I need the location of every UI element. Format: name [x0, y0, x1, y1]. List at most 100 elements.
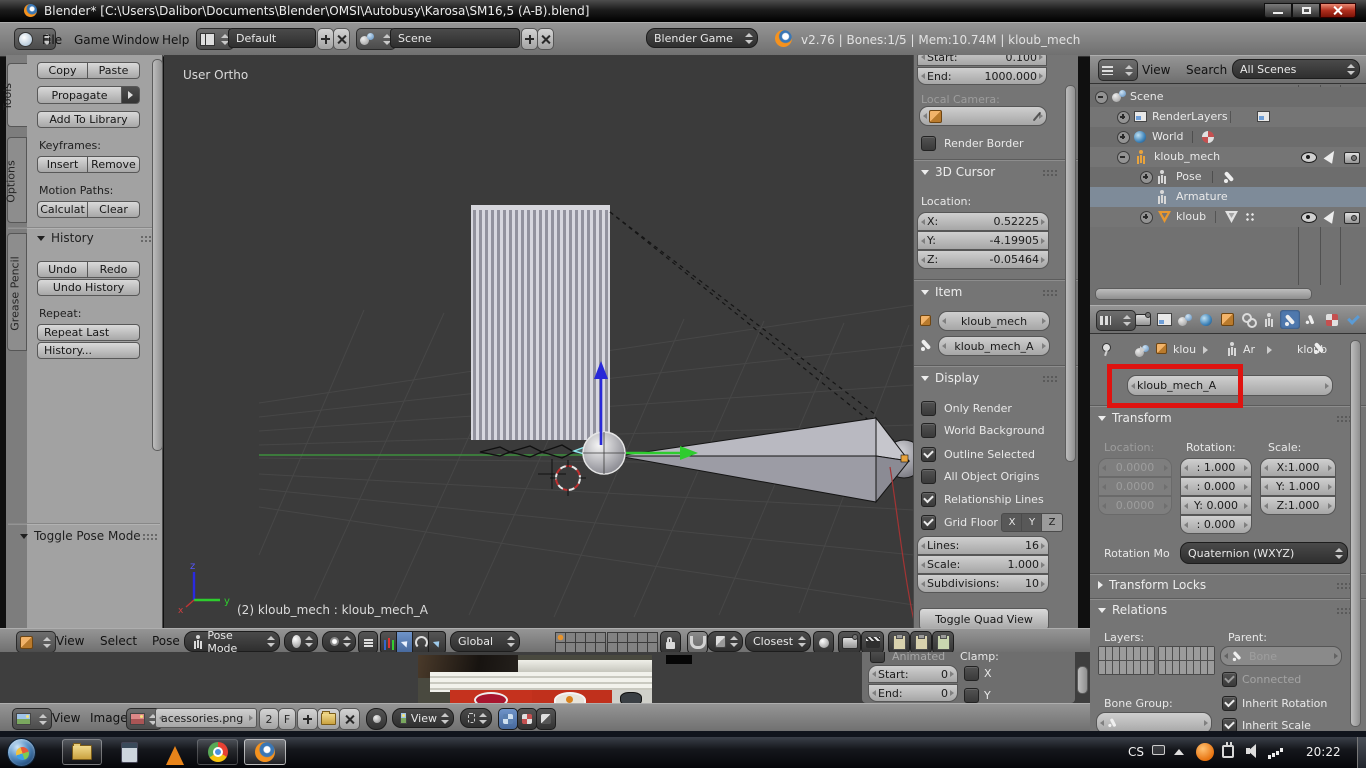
- tray-keyboard-icon[interactable]: [1152, 745, 1165, 755]
- editor-type-button-image[interactable]: [12, 708, 52, 730]
- inherit-scale-checkbox[interactable]: [1222, 718, 1237, 731]
- renderability-camera-icon[interactable]: [1344, 152, 1360, 164]
- lock-to-scene-button[interactable]: [660, 631, 681, 654]
- tray-clock[interactable]: 20:22: [1306, 745, 1341, 759]
- clamp-y-checkbox[interactable]: [964, 688, 979, 703]
- snap-peel-button[interactable]: [813, 631, 834, 654]
- outliner-row-armature[interactable]: Armature: [1090, 187, 1366, 207]
- clamp-x-checkbox[interactable]: [964, 666, 979, 681]
- visibility-eye-icon[interactable]: [1301, 152, 1317, 163]
- collapse-toggle[interactable]: [1117, 151, 1130, 164]
- tray-avast-icon[interactable]: [1196, 743, 1214, 761]
- taskbar-chrome-button[interactable]: [197, 739, 238, 765]
- copy-button[interactable]: Copy: [37, 62, 88, 79]
- panel-grip[interactable]: [1042, 169, 1057, 176]
- show-desktop-button[interactable]: [1357, 737, 1366, 768]
- screen-layout-field[interactable]: Default: [228, 28, 316, 48]
- toggle-quad-view-button[interactable]: Toggle Quad View: [919, 608, 1049, 628]
- cursor-z-field[interactable]: Z:-0.05464: [917, 250, 1049, 269]
- menu-game[interactable]: Game: [74, 33, 110, 47]
- taskbar-calculator-button[interactable]: [116, 741, 142, 764]
- bone-group-field[interactable]: [1096, 712, 1212, 731]
- propagate-menu-button[interactable]: [122, 86, 140, 104]
- menu-select[interactable]: Select: [100, 634, 137, 648]
- manipulator-scale-button[interactable]: [428, 631, 446, 654]
- tab-world[interactable]: [1196, 310, 1216, 329]
- transform-panel-header[interactable]: Transform: [1098, 411, 1172, 425]
- parent-field[interactable]: Bone: [1220, 646, 1342, 666]
- tray-power-icon[interactable]: [1222, 745, 1234, 758]
- outliner-row-renderlayers[interactable]: RenderLayers: [1090, 107, 1366, 127]
- undo-button[interactable]: Undo: [37, 261, 88, 278]
- render-animation-button[interactable]: [861, 631, 884, 654]
- panel-grip[interactable]: [142, 533, 157, 540]
- item-panel-header[interactable]: Item: [921, 285, 962, 299]
- breadcrumb-armature[interactable]: Ar: [1243, 343, 1255, 356]
- clip-start-field[interactable]: Start:0.100: [917, 55, 1047, 66]
- selectability-cursor-icon[interactable]: [1324, 208, 1339, 223]
- close-button[interactable]: [1320, 3, 1356, 18]
- tab-object[interactable]: [1217, 310, 1237, 329]
- image-unlink-button[interactable]: [339, 708, 360, 730]
- image-name-field[interactable]: acessories.png: [155, 708, 257, 728]
- outliner-menu-search[interactable]: Search: [1186, 63, 1227, 77]
- image-view-select[interactable]: View: [392, 708, 454, 728]
- transform-locks-panel-header[interactable]: Transform Locks: [1098, 578, 1206, 592]
- anim-start-field[interactable]: Start:0: [868, 665, 958, 683]
- taskbar-vlc-button[interactable]: [162, 741, 188, 765]
- tab-material[interactable]: [1322, 310, 1342, 329]
- editor-type-button-3dview[interactable]: [16, 631, 56, 653]
- breadcrumb-armature-icon[interactable]: [1226, 342, 1238, 355]
- toolshelf-scrollbar[interactable]: [152, 59, 163, 451]
- layout-add-button[interactable]: [317, 28, 334, 50]
- outliner-filter-select[interactable]: All Scenes: [1232, 59, 1360, 79]
- scene-add-button[interactable]: [521, 28, 538, 50]
- local-camera-field[interactable]: [919, 106, 1047, 126]
- world-background-checkbox[interactable]: [921, 423, 936, 438]
- expand-toggle[interactable]: [1117, 111, 1130, 124]
- outliner-row-kloub-mech[interactable]: kloub_mech: [1090, 147, 1366, 167]
- loc-x-field[interactable]: 0.0000: [1098, 458, 1172, 477]
- outliner-menu-view[interactable]: View: [1142, 63, 1170, 77]
- paste-button[interactable]: Paste: [88, 62, 140, 79]
- outliner-row-world[interactable]: World: [1090, 127, 1366, 147]
- paste-flipped-pose-button[interactable]: [932, 631, 954, 654]
- renderability-camera-icon[interactable]: [1344, 212, 1360, 224]
- tray-network-icon[interactable]: [1268, 747, 1284, 759]
- snap-target-select[interactable]: Closest: [745, 631, 811, 652]
- render-opengl-button[interactable]: [838, 631, 861, 654]
- engine-select[interactable]: Blender Game: [646, 28, 758, 48]
- properties-scrollbar[interactable]: [1350, 340, 1361, 727]
- cursor-x-field[interactable]: X:0.52225: [917, 212, 1049, 231]
- orientation-select[interactable]: Global: [450, 631, 520, 652]
- cursor3d-panel-header[interactable]: 3D Cursor: [921, 165, 995, 179]
- copy-pose-button[interactable]: [888, 631, 910, 654]
- scene-field[interactable]: Scene: [390, 28, 520, 48]
- pivot-select[interactable]: [322, 631, 356, 652]
- image-open-button[interactable]: [317, 708, 340, 730]
- bone-layers-grid-a[interactable]: [1098, 646, 1155, 675]
- maximize-button[interactable]: [1292, 3, 1320, 18]
- grid-lines-field[interactable]: Lines:16: [917, 536, 1049, 555]
- tab-render-layers[interactable]: [1154, 310, 1174, 329]
- layers-grid-b[interactable]: [607, 632, 658, 653]
- expand-toggle[interactable]: [1117, 131, 1130, 144]
- rot-x-field[interactable]: : 0.000: [1180, 477, 1252, 496]
- editor-type-button-outliner[interactable]: [1098, 59, 1138, 81]
- rotation-mode-select[interactable]: Quaternion (WXYZ): [1180, 542, 1348, 564]
- grid-axis-y-toggle[interactable]: Y: [1021, 513, 1043, 532]
- breadcrumb-object-icon[interactable]: [1156, 343, 1167, 354]
- grid-subdivisions-field[interactable]: Subdivisions:10: [917, 574, 1049, 593]
- relations-panel-header[interactable]: Relations: [1098, 603, 1167, 617]
- tab-bone-constraints[interactable]: [1301, 310, 1321, 329]
- taskbar-blender-button[interactable]: [244, 739, 286, 765]
- all-object-origins-checkbox[interactable]: [921, 469, 936, 484]
- tab-object-data[interactable]: [1259, 310, 1279, 329]
- outliner-row-scene[interactable]: Scene: [1090, 87, 1366, 107]
- tab-physics[interactable]: [1343, 310, 1363, 329]
- tab-options[interactable]: Options: [7, 137, 27, 223]
- tab-scene[interactable]: [1175, 310, 1195, 329]
- active-bone-field[interactable]: kloub_mech_A: [938, 336, 1050, 356]
- menu-window[interactable]: Window: [112, 33, 159, 47]
- manipulator-toggle-button[interactable]: [358, 631, 378, 654]
